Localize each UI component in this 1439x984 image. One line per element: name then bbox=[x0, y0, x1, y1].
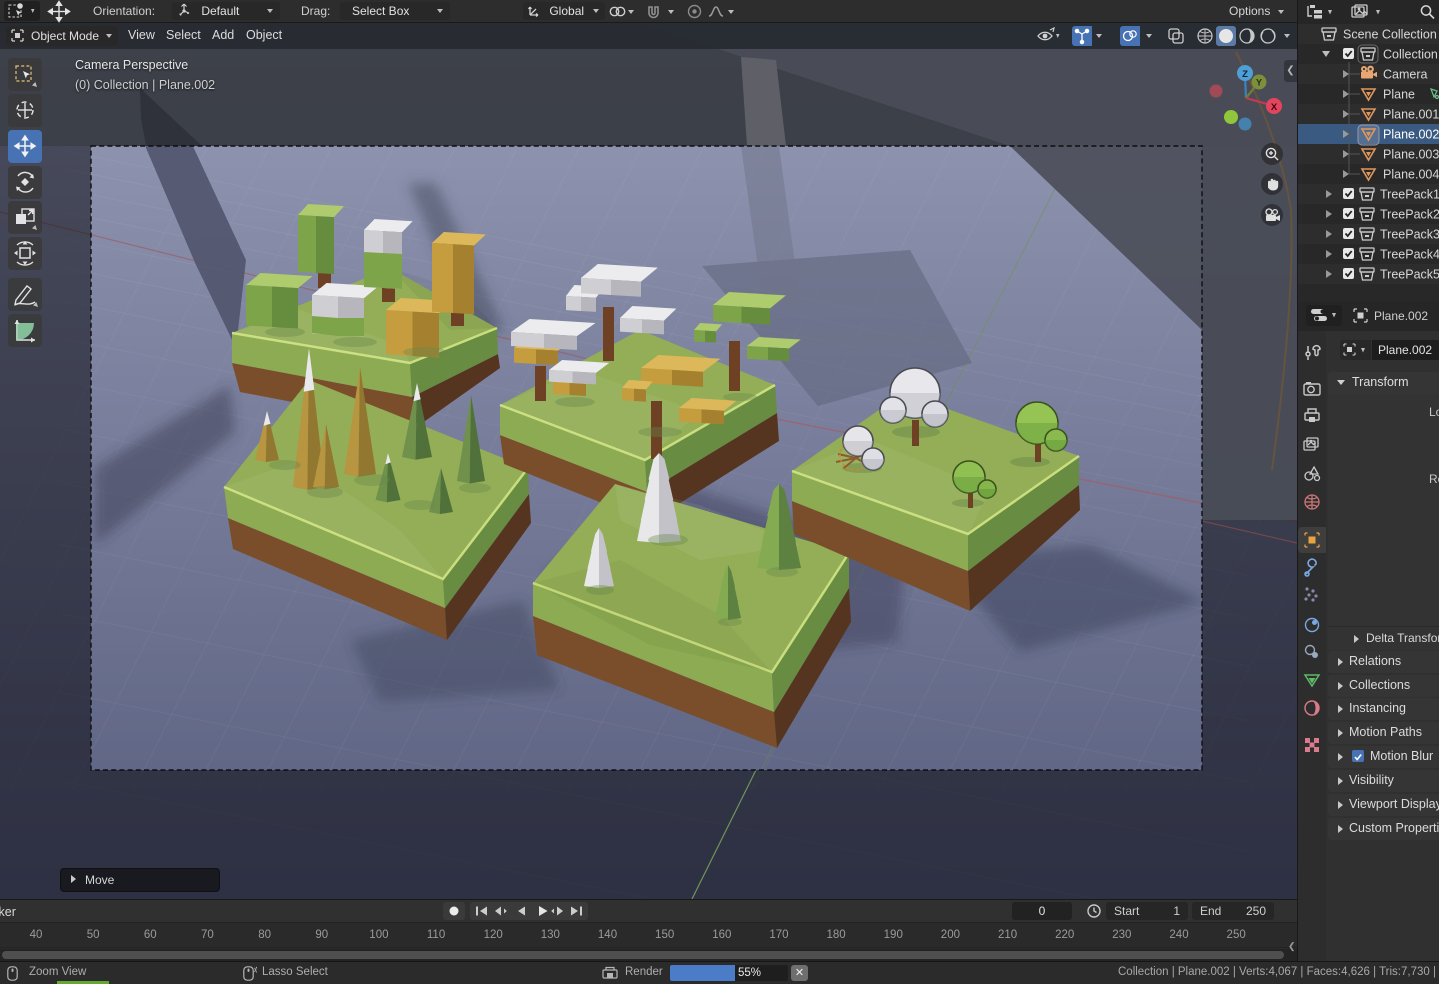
svg-text:Collection: Collection bbox=[1383, 48, 1438, 62]
svg-text:TreePack4: TreePack4 bbox=[1380, 248, 1439, 262]
svg-text:Plane.003: Plane.003 bbox=[1383, 148, 1439, 162]
svg-text:X: X bbox=[1271, 102, 1278, 113]
svg-text:TreePack3: TreePack3 bbox=[1380, 228, 1439, 242]
svg-text:Z: Z bbox=[1242, 69, 1248, 80]
svg-text:Plane: Plane bbox=[1383, 88, 1415, 102]
svg-text:Camera: Camera bbox=[1383, 68, 1428, 82]
svg-text:TreePack1: TreePack1 bbox=[1380, 188, 1439, 202]
svg-text:Plane.004: Plane.004 bbox=[1383, 168, 1439, 182]
svg-text:TreePack2: TreePack2 bbox=[1380, 208, 1439, 222]
svg-text:Plane.001: Plane.001 bbox=[1383, 108, 1439, 122]
svg-text:Plane.002: Plane.002 bbox=[1383, 128, 1439, 142]
svg-text:Y: Y bbox=[1256, 78, 1262, 88]
svg-text:TreePack5: TreePack5 bbox=[1380, 268, 1439, 282]
svg-text:Scene Collection: Scene Collection bbox=[1343, 28, 1437, 42]
